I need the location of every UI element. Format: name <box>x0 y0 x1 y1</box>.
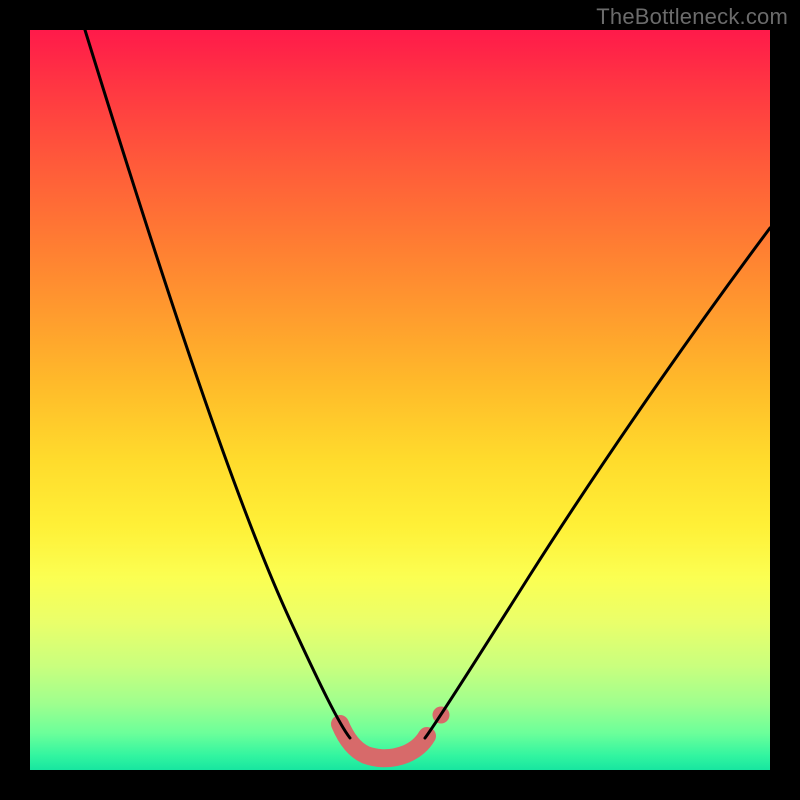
left-curve <box>85 30 350 738</box>
chart-frame: TheBottleneck.com <box>0 0 800 800</box>
bottom-band <box>340 724 427 758</box>
plot-area <box>30 30 770 770</box>
curve-layer <box>30 30 770 770</box>
watermark-text: TheBottleneck.com <box>596 4 788 30</box>
right-curve <box>425 228 770 738</box>
